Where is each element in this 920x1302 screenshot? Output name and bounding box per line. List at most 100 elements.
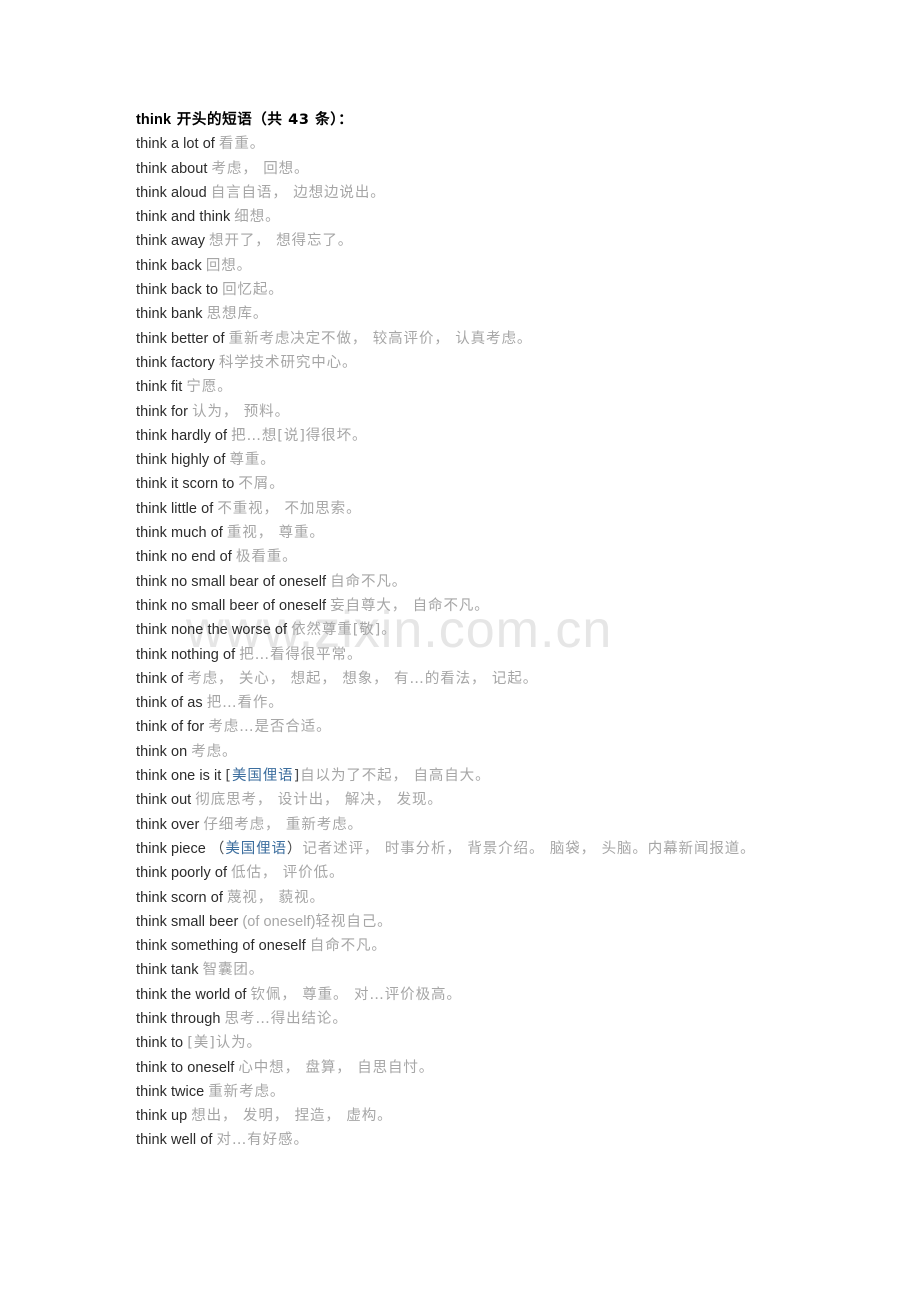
phrase-definition: 智囊团。 xyxy=(202,962,265,979)
phrase-entry: think nothing of 把…看得很平常。 xyxy=(136,643,776,667)
phrase-term: think up xyxy=(136,1108,188,1125)
page-title-term: think xyxy=(136,112,172,128)
phrase-entry: think for 认为， 预料。 xyxy=(136,400,776,424)
phrase-definition: 想开了， 想得忘了。 xyxy=(209,233,354,250)
usage-tag-open-bracket: （ xyxy=(209,840,226,857)
phrase-definition: 钦佩， 尊重。 对…评价极高。 xyxy=(250,986,462,1003)
phrase-definition: 自言自语， 边想边说出。 xyxy=(210,184,386,201)
phrase-definition: 认为， 预料。 xyxy=(192,403,290,420)
phrase-entry: think it scorn to 不屑。 xyxy=(136,472,776,496)
phrase-term: think about xyxy=(136,160,208,177)
phrase-term: think back to xyxy=(136,282,219,299)
phrase-definition: 把…想[说]得很坏。 xyxy=(231,427,368,444)
usage-tag-close-bracket: ） xyxy=(286,840,303,857)
usage-tag: 美国俚语 xyxy=(225,840,287,857)
phrase-entry: think fit 宁愿。 xyxy=(136,375,776,399)
phrase-entry: think through 思考…得出结论。 xyxy=(136,1007,776,1031)
phrase-entry: think something of oneself 自命不凡。 xyxy=(136,934,776,958)
phrase-entry-list: think a lot of 看重。 think about 考虑， 回想。 thi… xyxy=(136,132,776,1152)
phrase-term: think over xyxy=(136,816,200,833)
phrase-definition: 宁愿。 xyxy=(186,379,233,396)
phrase-definition: 蔑视， 藐视。 xyxy=(226,889,325,906)
phrase-definition: 思考…得出结论。 xyxy=(224,1010,348,1027)
phrase-definition: 妄自尊大， 自命不凡。 xyxy=(330,597,490,614)
phrase-definition: 自命不凡。 xyxy=(309,938,387,955)
phrase-term: think it scorn to xyxy=(136,476,235,493)
phrase-definition: 重新考虑决定不做， 较高评价， 认真考虑。 xyxy=(228,330,533,347)
phrase-term: think poorly of xyxy=(136,865,228,882)
phrase-term: think much of xyxy=(136,525,223,542)
phrase-entry: think aloud 自言自语， 边想边说出。 xyxy=(136,181,776,205)
phrase-definition: 考虑…是否合适。 xyxy=(208,719,332,736)
phrase-definition: 对…有好感。 xyxy=(216,1132,309,1149)
phrase-definition: 极看重。 xyxy=(235,549,298,566)
phrase-term: think the world of xyxy=(136,986,247,1003)
phrase-entry: think small beer (of oneself)轻视自己。 xyxy=(136,910,776,934)
phrase-entry: think back to 回忆起。 xyxy=(136,278,776,302)
phrase-definition: 把…看作。 xyxy=(206,695,284,712)
phrase-entry: think of 考虑， 关心， 想起， 想象， 有…的看法， 记起。 xyxy=(136,667,776,691)
phrase-definition: 考虑， 回想。 xyxy=(211,160,310,177)
phrase-entry: think a lot of 看重。 xyxy=(136,132,776,156)
phrase-term: think through xyxy=(136,1010,221,1027)
phrase-entry: think no small beer of oneself 妄自尊大， 自命不… xyxy=(136,594,776,618)
phrase-definition: 记者述评， 时事分析， 背景介绍。 脑袋， 头脑。内幕新闻报道。 xyxy=(302,840,756,857)
phrase-entry: think on 考虑。 xyxy=(136,740,776,764)
phrase-entry: think hardly of 把…想[说]得很坏。 xyxy=(136,424,776,448)
phrase-entry: think to oneself 心中想， 盘算， 自思自忖。 xyxy=(136,1056,776,1080)
phrase-term: think of as xyxy=(136,695,203,712)
phrase-term: think tank xyxy=(136,962,199,979)
phrase-definition: 细想。 xyxy=(234,209,281,226)
phrase-entry: think well of 对…有好感。 xyxy=(136,1128,776,1152)
phrase-entry: think no small bear of oneself 自命不凡。 xyxy=(136,570,776,594)
phrase-definition: 自命不凡。 xyxy=(330,573,408,590)
phrase-term: think back xyxy=(136,257,202,274)
phrase-entry: think twice 重新考虑。 xyxy=(136,1080,776,1104)
phrase-definition: 思想库。 xyxy=(206,306,269,323)
phrase-definition: 考虑。 xyxy=(191,743,238,760)
phrase-entry: think piece （美国俚语）记者述评， 时事分析， 背景介绍。 脑袋， … xyxy=(136,837,761,861)
phrase-definition: 考虑， 关心， 想起， 想象， 有…的看法， 记起。 xyxy=(187,670,539,687)
phrase-entry: think bank 思想库。 xyxy=(136,302,776,326)
phrase-definition: 尊重。 xyxy=(229,452,276,469)
phrase-term: think something of oneself xyxy=(136,938,306,955)
phrase-entry: think scorn of 蔑视， 藐视。 xyxy=(136,886,776,910)
phrase-definition: [美]认为。 xyxy=(187,1035,262,1052)
phrase-definition: 低估， 评价低。 xyxy=(231,865,345,882)
phrase-term: think to oneself xyxy=(136,1059,235,1076)
phrase-definition: 不屑。 xyxy=(238,476,285,493)
phrase-term: think highly of xyxy=(136,452,226,469)
phrase-definition: 重视， 尊重。 xyxy=(226,525,325,542)
phrase-term: think out xyxy=(136,792,192,809)
phrase-term: think no small beer of oneself xyxy=(136,597,327,614)
phrase-entry: think up 想出， 发明， 捏造， 虚构。 xyxy=(136,1104,776,1128)
phrase-term: think aloud xyxy=(136,184,207,201)
phrase-entry: think about 考虑， 回想。 xyxy=(136,157,776,181)
phrase-definition: 重新考虑。 xyxy=(208,1083,286,1100)
phrase-entry: think factory 科学技术研究中心。 xyxy=(136,351,776,375)
phrase-entry: think much of 重视， 尊重。 xyxy=(136,521,776,545)
phrase-term: think for xyxy=(136,403,189,420)
phrase-entry: think away 想开了， 想得忘了。 xyxy=(136,229,776,253)
phrase-term: think of xyxy=(136,670,184,687)
phrase-entry: think of for 考虑…是否合适。 xyxy=(136,715,776,739)
phrase-term: think well of xyxy=(136,1132,213,1149)
page-title: think 开头的短语（共 43 条）： xyxy=(136,108,776,132)
phrase-entry: think to [美]认为。 xyxy=(136,1031,776,1055)
phrase-term: think away xyxy=(136,233,206,250)
phrase-term: think piece xyxy=(136,840,206,857)
phrase-term: think and think xyxy=(136,209,231,226)
phrase-entry: think no end of 极看重。 xyxy=(136,545,776,569)
phrase-term: think none the worse of xyxy=(136,622,288,639)
phrase-list-container: think 开头的短语（共 43 条）： think a lot of 看重。 t… xyxy=(136,108,776,1153)
phrase-term-qualifier: (of oneself) xyxy=(242,913,316,930)
phrase-entry: think out 彻底思考， 设计出， 解决， 发现。 xyxy=(136,788,776,812)
phrase-entry: think one is it [美国俚语]自以为了不起， 自高自大。 xyxy=(136,764,776,788)
phrase-term: think little of xyxy=(136,500,214,517)
phrase-definition: 把…看得很平常。 xyxy=(239,646,363,663)
document-page: www.zixin.com.cn think 开头的短语（共 43 条）： th… xyxy=(0,0,920,1302)
phrase-term: think bank xyxy=(136,306,203,323)
phrase-entry: think poorly of 低估， 评价低。 xyxy=(136,861,776,885)
phrase-term: think one is it xyxy=(136,768,222,785)
phrase-entry: think back 回想。 xyxy=(136,254,776,278)
